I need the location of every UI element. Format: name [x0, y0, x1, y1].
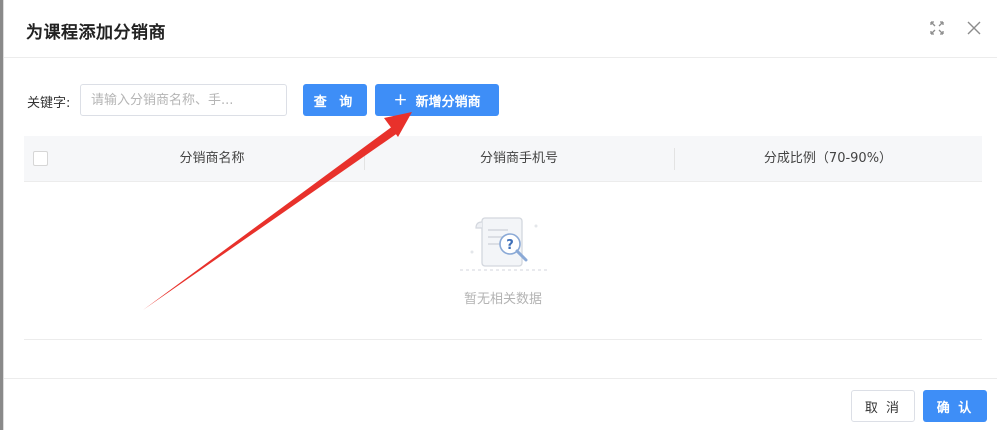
empty-state-text: 暂无相关数据	[463, 292, 542, 307]
table-header: 分销商名称 分销商手机号 分成比例（70-90%）	[24, 136, 982, 182]
svg-text:?: ?	[506, 238, 514, 253]
column-header-share-ratio: 分成比例（70-90%）	[763, 151, 893, 166]
maximize-icon[interactable]	[927, 18, 947, 38]
add-distributor-dialog: 为课程添加分销商 关键字: 查 询 + 新增分销商 分销商名称	[3, 0, 997, 430]
keyword-search-input[interactable]	[80, 84, 287, 116]
dialog-title: 为课程添加分销商	[26, 23, 166, 43]
add-distributor-label: 新增分销商	[415, 94, 481, 110]
distributor-table: 分销商名称 分销商手机号 分成比例（70-90%） ? 暂无相关数据	[24, 136, 982, 340]
column-header-phone: 分销商手机号	[479, 151, 558, 166]
plus-icon: +	[393, 89, 408, 110]
dialog-header: 为课程添加分销商	[4, 0, 997, 58]
query-button[interactable]: 查 询	[303, 84, 367, 116]
empty-document-search-icon: ?	[454, 212, 554, 278]
close-icon[interactable]	[964, 18, 984, 38]
add-distributor-button[interactable]: + 新增分销商	[375, 84, 499, 116]
dialog-footer: 取 消 确 认	[4, 378, 997, 430]
cancel-button[interactable]: 取 消	[851, 390, 915, 422]
keyword-label: 关键字:	[27, 96, 71, 111]
search-bar: 关键字: 查 询 + 新增分销商	[4, 84, 997, 116]
select-all-checkbox[interactable]	[33, 151, 48, 166]
column-header-name: 分销商名称	[179, 151, 245, 166]
confirm-button[interactable]: 确 认	[923, 390, 987, 422]
empty-state: ? 暂无相关数据	[24, 182, 982, 340]
